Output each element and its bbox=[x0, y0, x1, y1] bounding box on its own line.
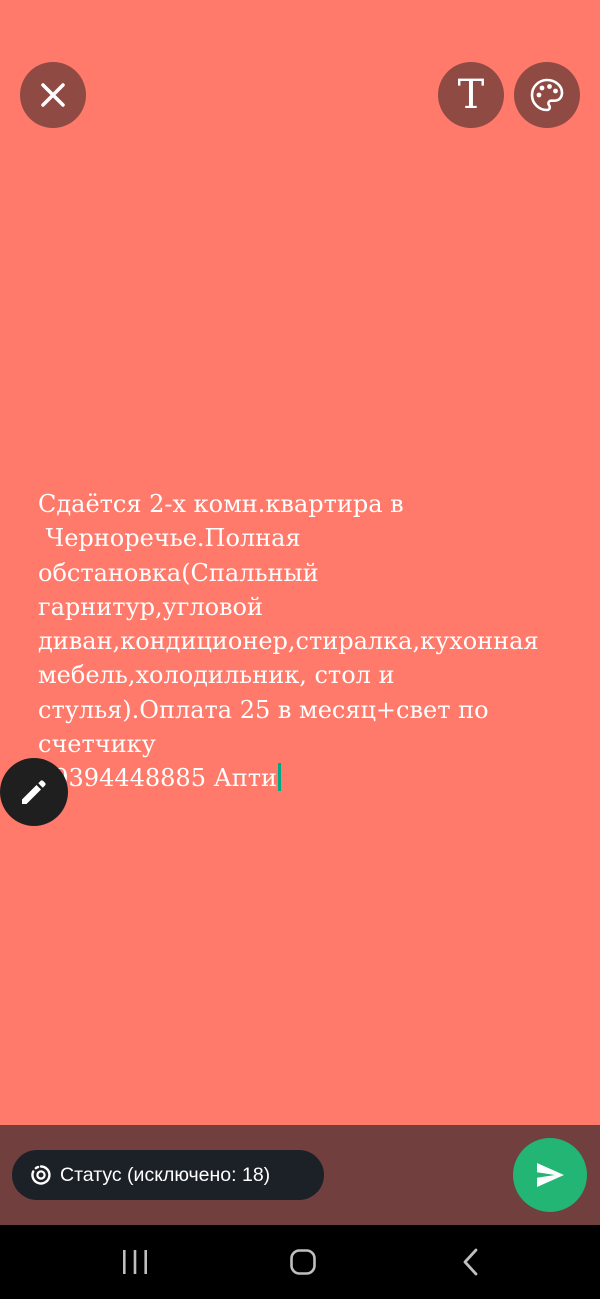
close-button[interactable] bbox=[20, 62, 86, 128]
close-icon bbox=[41, 83, 65, 107]
pencil-icon bbox=[22, 780, 46, 804]
home-button[interactable] bbox=[258, 1225, 348, 1299]
edit-button[interactable] bbox=[0, 758, 68, 826]
status-privacy-button[interactable]: Статус (исключено: 18) bbox=[12, 1150, 324, 1200]
text-cursor bbox=[278, 763, 282, 792]
status-privacy-label: Статус (исключено: 18) bbox=[60, 1163, 271, 1186]
palette-icon bbox=[530, 78, 564, 112]
recent-apps-button[interactable] bbox=[90, 1225, 180, 1299]
text-style-icon: T bbox=[457, 72, 485, 118]
status-text-content: Сдаётся 2-х комн.квартира в Черноречье.П… bbox=[38, 490, 539, 793]
color-palette-button[interactable] bbox=[514, 62, 580, 128]
status-text-input[interactable]: Сдаётся 2-х комн.квартира в Черноречье.П… bbox=[38, 487, 558, 796]
compose-bar: Статус (исключено: 18) bbox=[0, 1125, 600, 1225]
back-button[interactable] bbox=[426, 1225, 516, 1299]
system-navigation-bar bbox=[0, 1225, 600, 1299]
send-button[interactable] bbox=[513, 1138, 587, 1212]
status-canvas[interactable]: T Сдаётся 2-х комн.квартира в Черноречье… bbox=[0, 0, 600, 1125]
text-style-button[interactable]: T bbox=[438, 62, 504, 128]
back-icon bbox=[463, 1248, 478, 1276]
home-icon bbox=[290, 1249, 316, 1275]
send-icon bbox=[537, 1163, 564, 1187]
recent-apps-icon bbox=[123, 1250, 147, 1274]
status-icon bbox=[30, 1164, 52, 1186]
